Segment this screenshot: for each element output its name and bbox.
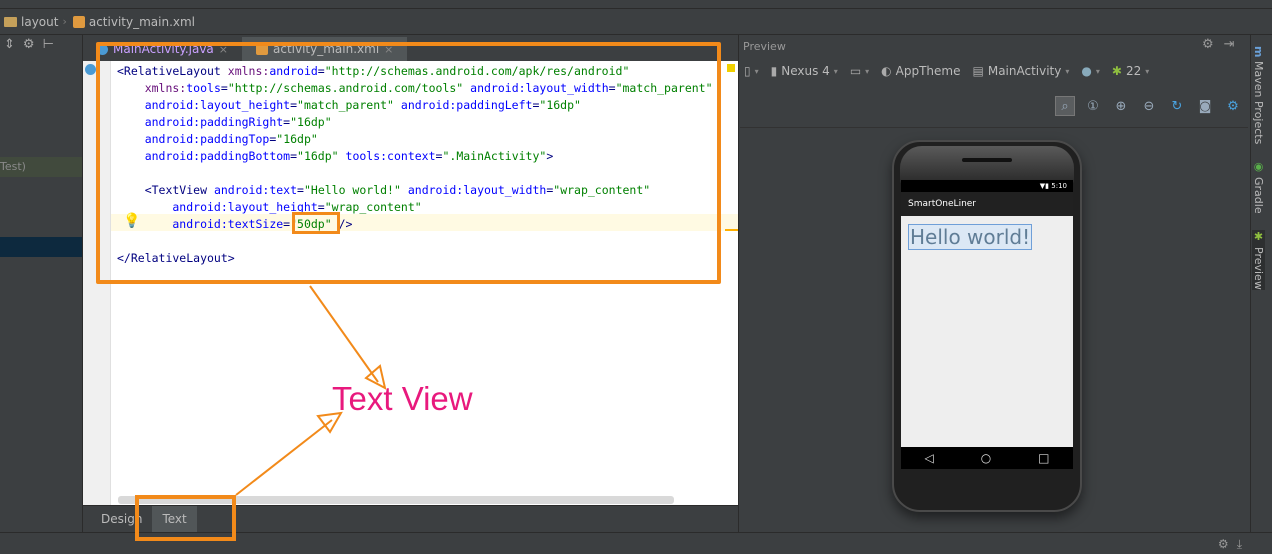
globe-icon: ● xyxy=(1081,64,1092,78)
chevron-right-icon: › xyxy=(62,15,67,28)
hide-panel-icon[interactable]: ⊢ xyxy=(43,37,54,52)
signal-icon: ▼▮ xyxy=(1039,182,1052,190)
tab-gradle[interactable]: ◉ Gradle xyxy=(1252,160,1265,214)
tab-maven-label: Maven Projects xyxy=(1252,61,1265,145)
annotation-text-tab-box xyxy=(135,495,236,541)
class-marker-icon[interactable] xyxy=(85,64,96,75)
device-config-button[interactable]: ▯ ▾ xyxy=(744,64,759,78)
status-time: 5:10 xyxy=(1051,182,1067,190)
orientation-button[interactable]: ▭ ▾ xyxy=(850,64,869,78)
rotate-icon: ▭ xyxy=(849,64,862,78)
breadcrumb: layout › activity_main.xml xyxy=(0,9,1272,35)
hello-textview[interactable]: Hello world! xyxy=(908,224,1033,250)
preview-title: Preview xyxy=(743,40,786,53)
api-selector[interactable]: ✱ 22 ▾ xyxy=(1112,64,1149,78)
theme-selector[interactable]: ◐ AppTheme xyxy=(881,64,960,78)
tab-preview-label: Preview xyxy=(1252,247,1265,290)
locale-selector[interactable]: ● ▾ xyxy=(1081,64,1100,78)
xml-file-icon xyxy=(72,15,85,28)
gradle-icon: ◉ xyxy=(1252,160,1265,173)
theme-label: AppTheme xyxy=(895,64,961,78)
status-bar-tools: ⚙ ⤓ xyxy=(1218,537,1242,552)
device-label: Nexus 4 xyxy=(781,64,830,78)
back-icon: ◁ xyxy=(924,451,934,465)
zoom-in-icon[interactable]: ⊕ xyxy=(1111,96,1131,116)
breadcrumb-file-label: activity_main.xml xyxy=(88,14,196,29)
theme-icon: ◐ xyxy=(881,64,892,78)
refresh-icon[interactable]: ↻ xyxy=(1167,96,1187,116)
android-icon: ✱ xyxy=(1111,64,1122,78)
project-tree-selected-item[interactable] xyxy=(0,237,82,257)
zoom-toolbar: ⌕ ① ⊕ ⊖ ↻ ◙ ⚙ xyxy=(1055,96,1243,116)
breadcrumb-layout[interactable]: layout xyxy=(4,15,58,29)
hide-panel-icon[interactable]: ⇥ xyxy=(1224,37,1235,52)
gear-icon[interactable]: ⚙ xyxy=(1202,37,1214,52)
device-nav-bar: ◁ ○ □ xyxy=(901,447,1073,469)
annotation-textsize-box xyxy=(292,212,340,234)
screenshot-icon[interactable]: ◙ xyxy=(1195,96,1215,116)
device-config-icon: ▯ xyxy=(744,64,751,78)
analysis-marker-icon[interactable] xyxy=(727,64,735,72)
actual-size-icon[interactable]: ① xyxy=(1083,96,1103,116)
folder-icon xyxy=(4,16,17,27)
main-toolbar xyxy=(0,0,1272,9)
tab-preview[interactable]: ✱ Preview xyxy=(1252,230,1265,290)
preview-toolbar: ▯ ▾ ▮ Nexus 4 ▾ ▭ ▾ ◐ AppTheme ▤ MainActivity ▾… xyxy=(744,64,1149,78)
zoom-to-fit-icon[interactable]: ⌕ xyxy=(1055,96,1075,116)
settings-icon[interactable]: ⚙ xyxy=(1223,96,1243,116)
device-status-bar: ▼▮ 5:10 xyxy=(901,180,1073,192)
tab-maven-projects[interactable]: m Maven Projects xyxy=(1252,46,1265,145)
gear-icon[interactable]: ⚙ xyxy=(23,37,35,52)
app-content xyxy=(901,216,1073,447)
warning-stripe xyxy=(725,229,738,231)
collapse-icon[interactable]: ⇕ xyxy=(4,37,15,52)
gear-icon[interactable]: ⚙ xyxy=(1218,537,1229,552)
tab-gradle-label: Gradle xyxy=(1252,177,1265,214)
zoom-out-icon[interactable]: ⊖ xyxy=(1139,96,1159,116)
breadcrumb-layout-label: layout xyxy=(21,14,59,29)
breadcrumb-file[interactable]: activity_main.xml xyxy=(72,14,196,29)
maven-icon: m xyxy=(1252,46,1265,58)
activity-icon: ▤ xyxy=(972,64,984,78)
project-panel xyxy=(0,35,83,532)
project-tree-item[interactable]: Test) xyxy=(0,157,82,177)
project-panel-tools: ⇕ ⚙ ⊢ xyxy=(4,37,54,52)
device-speaker xyxy=(962,158,1012,162)
activity-label: MainActivity xyxy=(987,64,1062,78)
home-icon: ○ xyxy=(980,451,992,465)
device-selector[interactable]: ▮ Nexus 4 ▾ xyxy=(771,64,838,78)
app-action-bar: SmartOneLiner xyxy=(901,192,1073,216)
download-icon[interactable]: ⤓ xyxy=(1237,537,1242,552)
activity-selector[interactable]: ▤ MainActivity ▾ xyxy=(973,64,1070,78)
android-icon: ✱ xyxy=(1252,230,1265,243)
phone-icon: ▮ xyxy=(770,64,778,78)
annotation-code-box xyxy=(96,42,721,284)
api-label: 22 xyxy=(1125,64,1142,78)
recents-icon: □ xyxy=(1038,451,1050,465)
preview-panel-tools: ⚙ ⇥ xyxy=(1202,37,1235,52)
annotation-label: Text View xyxy=(332,380,473,417)
